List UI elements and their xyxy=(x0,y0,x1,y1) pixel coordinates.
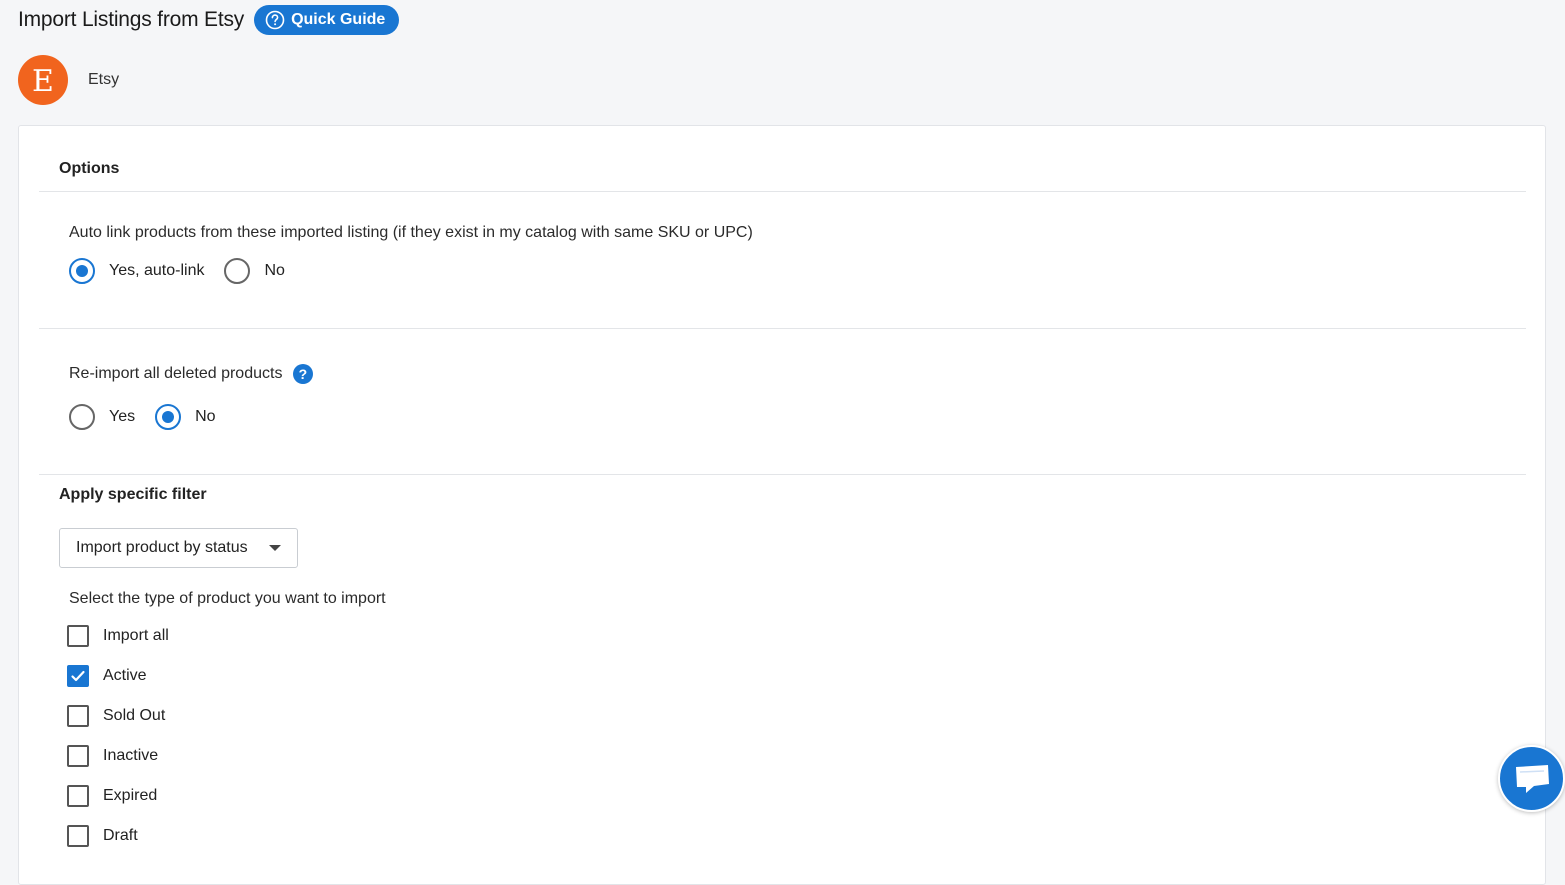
auto-link-no-option[interactable]: No xyxy=(224,258,285,284)
filter-select[interactable]: Import product by status xyxy=(59,528,298,568)
chevron-down-icon xyxy=(269,545,281,551)
help-icon[interactable]: ? xyxy=(292,364,313,384)
checkbox[interactable] xyxy=(67,625,89,647)
divider xyxy=(39,474,1526,475)
status-import-all[interactable]: Import all xyxy=(67,616,169,656)
auto-link-yes-option[interactable]: Yes, auto-link xyxy=(69,258,204,284)
reimport-yes-option[interactable]: Yes xyxy=(69,404,135,430)
status-label: Sold Out xyxy=(103,707,166,724)
check-icon xyxy=(71,670,85,682)
status-label: Draft xyxy=(103,827,138,844)
reimport-yes-label: Yes xyxy=(109,408,136,425)
status-sold-out[interactable]: Sold Out xyxy=(67,696,169,736)
auto-link-no-radio[interactable] xyxy=(224,258,251,284)
checkbox[interactable] xyxy=(67,745,89,767)
etsy-logo: E xyxy=(18,55,68,105)
checkbox[interactable] xyxy=(67,785,89,807)
page-header: Import Listings from Etsy Quick Guide xyxy=(18,5,400,35)
checkbox[interactable] xyxy=(67,665,89,687)
checkbox[interactable] xyxy=(67,705,89,727)
quick-guide-label: Quick Guide xyxy=(291,11,386,28)
import-options-card: Options Auto link products from these im… xyxy=(18,125,1546,885)
status-expired[interactable]: Expired xyxy=(67,776,169,816)
status-active[interactable]: Active xyxy=(67,656,169,696)
filter-title: Apply specific filter xyxy=(59,486,207,503)
divider xyxy=(39,328,1526,329)
status-label: Expired xyxy=(103,787,158,804)
divider xyxy=(39,191,1526,192)
auto-link-yes-label: Yes, auto-link xyxy=(109,262,205,279)
status-draft[interactable]: Draft xyxy=(67,816,169,856)
reimport-yes-radio[interactable] xyxy=(69,404,95,430)
options-title: Options xyxy=(59,160,120,177)
auto-link-radio-group: Yes, auto-link No xyxy=(69,258,305,284)
chat-button[interactable] xyxy=(1498,745,1565,812)
auto-link-label: Auto link products from these imported l… xyxy=(69,224,753,241)
question-circle-icon xyxy=(265,10,285,30)
reimport-no-radio[interactable] xyxy=(155,404,182,430)
status-label: Import all xyxy=(103,627,169,644)
status-label: Active xyxy=(103,667,147,684)
status-label: Inactive xyxy=(103,747,159,764)
auto-link-yes-radio[interactable] xyxy=(69,258,95,284)
auto-link-no-label: No xyxy=(264,262,285,279)
status-inactive[interactable]: Inactive xyxy=(67,736,169,776)
status-checkbox-list: Import all Active Sold Out Inactive Expi… xyxy=(67,616,169,856)
reimport-no-label: No xyxy=(195,408,216,425)
reimport-no-option[interactable]: No xyxy=(155,404,216,430)
page-title: Import Listings from Etsy xyxy=(18,8,245,31)
channel-info: E Etsy xyxy=(18,55,119,105)
channel-name: Etsy xyxy=(88,71,120,88)
reimport-radio-group: Yes No xyxy=(69,404,236,430)
reimport-label: Re-import all deleted products xyxy=(69,365,283,383)
filter-select-value: Import product by status xyxy=(76,539,248,556)
reimport-label-row: Re-import all deleted products ? xyxy=(69,364,313,384)
quick-guide-button[interactable]: Quick Guide xyxy=(254,5,400,35)
chat-bubble-icon xyxy=(1515,764,1549,793)
checkbox[interactable] xyxy=(67,825,89,847)
product-type-label: Select the type of product you want to i… xyxy=(69,590,386,607)
